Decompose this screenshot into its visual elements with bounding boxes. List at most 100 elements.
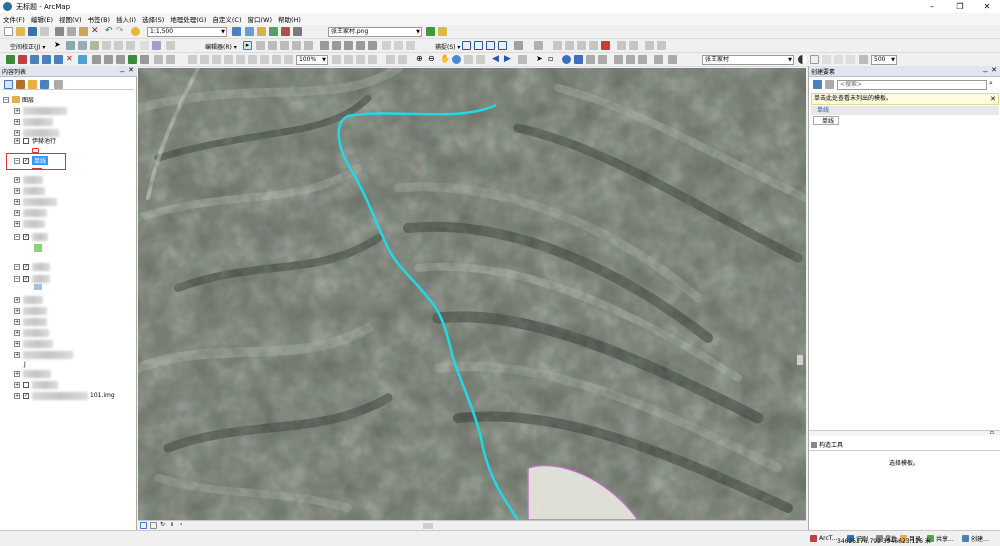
focus-data-frame-icon[interactable] xyxy=(344,55,353,64)
expand-icon[interactable]: + xyxy=(14,392,20,399)
georef-auto-icon[interactable] xyxy=(116,55,125,64)
list-by-drawing-order-icon[interactable] xyxy=(4,80,13,89)
spatial-adjust-menu[interactable]: 空间校正(J) ▾ xyxy=(10,42,45,51)
copy-icon[interactable] xyxy=(67,27,76,36)
toc-close-icon[interactable]: ✕ xyxy=(128,66,134,74)
nudge-icon[interactable] xyxy=(657,41,666,50)
close-button[interactable]: ✕ xyxy=(973,0,1000,13)
order-icon[interactable] xyxy=(645,41,654,50)
snapping-menu[interactable]: 捕捉(S) ▾ xyxy=(435,42,460,51)
goto-xy-icon[interactable] xyxy=(638,55,647,64)
catalog-window-icon[interactable] xyxy=(257,27,266,36)
create-features-icon[interactable] xyxy=(406,41,415,50)
view-links-icon[interactable] xyxy=(126,41,135,50)
expand-icon[interactable]: + xyxy=(14,307,20,314)
contrast-icon[interactable] xyxy=(798,55,807,64)
trace-icon[interactable] xyxy=(292,41,301,50)
expand-icon[interactable]: + xyxy=(14,198,20,205)
minimize-button[interactable]: – xyxy=(918,0,946,13)
toc-layer-hidden-6[interactable]: + xyxy=(14,196,150,207)
search-window-icon[interactable] xyxy=(269,27,278,36)
expand-icon[interactable]: + xyxy=(14,118,20,125)
toc-layer-hidden-1[interactable]: + xyxy=(14,105,150,116)
georef-link-icon[interactable] xyxy=(104,55,113,64)
zoom-out-icon[interactable]: ⊖ xyxy=(428,55,437,64)
layout-pan-icon[interactable] xyxy=(212,55,221,64)
brightness-icon[interactable] xyxy=(810,55,819,64)
data-driven-icon[interactable] xyxy=(368,55,377,64)
layer-visibility-checkbox[interactable]: ✓ xyxy=(23,157,29,164)
menu-item-5[interactable]: 选择(S) xyxy=(139,14,167,24)
toc-layer-hidden-15[interactable]: + xyxy=(14,327,150,338)
align-top-icon[interactable] xyxy=(589,41,598,50)
limited-adjust-icon[interactable] xyxy=(102,41,111,50)
collapse-icon[interactable]: − xyxy=(14,233,20,240)
expand-icon[interactable]: + xyxy=(14,220,20,227)
toc-layer-hidden-2[interactable]: + xyxy=(14,116,150,127)
toc-layer-hidden-9[interactable]: − ✓ xyxy=(14,231,150,242)
link-tool-icon[interactable] xyxy=(78,41,87,50)
toggle-draft-icon[interactable] xyxy=(332,55,341,64)
expand-icon[interactable]: + xyxy=(14,370,20,377)
toc-layer-img[interactable]: + ✓ 101.img xyxy=(14,390,150,401)
layout-back-icon[interactable] xyxy=(272,55,281,64)
toc-options-icon[interactable] xyxy=(54,80,63,89)
georef-table-icon[interactable] xyxy=(78,55,87,64)
layout-zoom-combo[interactable]: 100% ▼ xyxy=(296,55,328,65)
clear-selection-icon[interactable]: ▫ xyxy=(548,55,557,64)
menu-item-1[interactable]: 编辑(E) xyxy=(28,14,56,24)
multiple-displacement-icon[interactable] xyxy=(114,41,123,50)
find-icon[interactable] xyxy=(614,55,623,64)
toc-layers-group[interactable]: − 图层 xyxy=(3,94,139,105)
toc-layer-hidden-14[interactable]: + xyxy=(14,316,150,327)
hyperlink-icon[interactable] xyxy=(574,55,583,64)
expand-icon[interactable]: + xyxy=(14,340,20,347)
collapse-icon[interactable]: − xyxy=(14,157,20,164)
transparency-icon[interactable] xyxy=(822,55,831,64)
data-view-icon[interactable] xyxy=(140,522,147,529)
list-by-selection-icon[interactable] xyxy=(40,80,49,89)
flicker-rate-combo[interactable]: 500 ▼ xyxy=(871,55,897,65)
toc-layer-hidden-10[interactable]: − ✓ xyxy=(14,261,150,272)
layer-visibility-checkbox[interactable] xyxy=(23,381,29,388)
layer-visibility-checkbox[interactable] xyxy=(23,137,29,144)
straight-segment-icon[interactable] xyxy=(268,41,277,50)
georef-view-icon[interactable] xyxy=(92,55,101,64)
horizontal-scrollbar-thumb[interactable] xyxy=(423,523,433,529)
toc-layer-hidden-4[interactable]: + xyxy=(14,174,150,185)
find-route-icon[interactable] xyxy=(626,55,635,64)
toc-layer-hidden-19[interactable]: + xyxy=(14,379,150,390)
forward-extent-icon[interactable]: ▶ xyxy=(504,55,513,64)
editor-toolbar-icon[interactable] xyxy=(232,27,241,36)
fixed-zoom-in-icon[interactable] xyxy=(464,55,473,64)
georef-rotate-icon[interactable] xyxy=(438,27,447,36)
map-view[interactable] xyxy=(138,68,806,520)
menu-item-0[interactable]: 文件(F) xyxy=(0,14,28,24)
select-elements-icon[interactable]: ➤ xyxy=(536,55,545,64)
save-icon[interactable] xyxy=(28,27,37,36)
time-slider-icon[interactable] xyxy=(654,55,663,64)
edit-vertices-icon[interactable] xyxy=(320,41,329,50)
georef-scale-icon[interactable] xyxy=(54,55,63,64)
expand-icon[interactable]: + xyxy=(14,107,20,114)
align-right-icon[interactable] xyxy=(577,41,586,50)
georef-rotate-left-icon[interactable] xyxy=(166,55,175,64)
back-extent-icon[interactable]: ◀ xyxy=(492,55,501,64)
pan-hand-icon[interactable]: ✋ xyxy=(440,55,450,64)
rotate-icon[interactable] xyxy=(368,41,377,50)
organize-templates-icon[interactable] xyxy=(813,80,822,89)
search-icon[interactable]: ⌕ xyxy=(989,80,998,89)
unlisted-templates-info[interactable]: 单击此处查看未列出的模板。 ✕ xyxy=(811,93,999,105)
list-by-visibility-icon[interactable] xyxy=(28,80,37,89)
layout-fixed-out-icon[interactable] xyxy=(260,55,269,64)
toc-layer-hidden-8[interactable]: + xyxy=(14,218,150,229)
point-snap-icon[interactable] xyxy=(462,41,471,50)
cut-polygons-icon[interactable] xyxy=(344,41,353,50)
edge-snap-icon[interactable] xyxy=(498,41,507,50)
edit-tool-icon[interactable]: ▸ xyxy=(243,41,252,50)
endpoint-arc-icon[interactable] xyxy=(280,41,289,50)
refresh-icon[interactable]: ↻ xyxy=(160,522,167,529)
arctoolbox-icon[interactable] xyxy=(281,27,290,36)
template-search-input[interactable]: <搜索> xyxy=(837,80,987,90)
collapse-icon[interactable]: − xyxy=(3,96,9,103)
